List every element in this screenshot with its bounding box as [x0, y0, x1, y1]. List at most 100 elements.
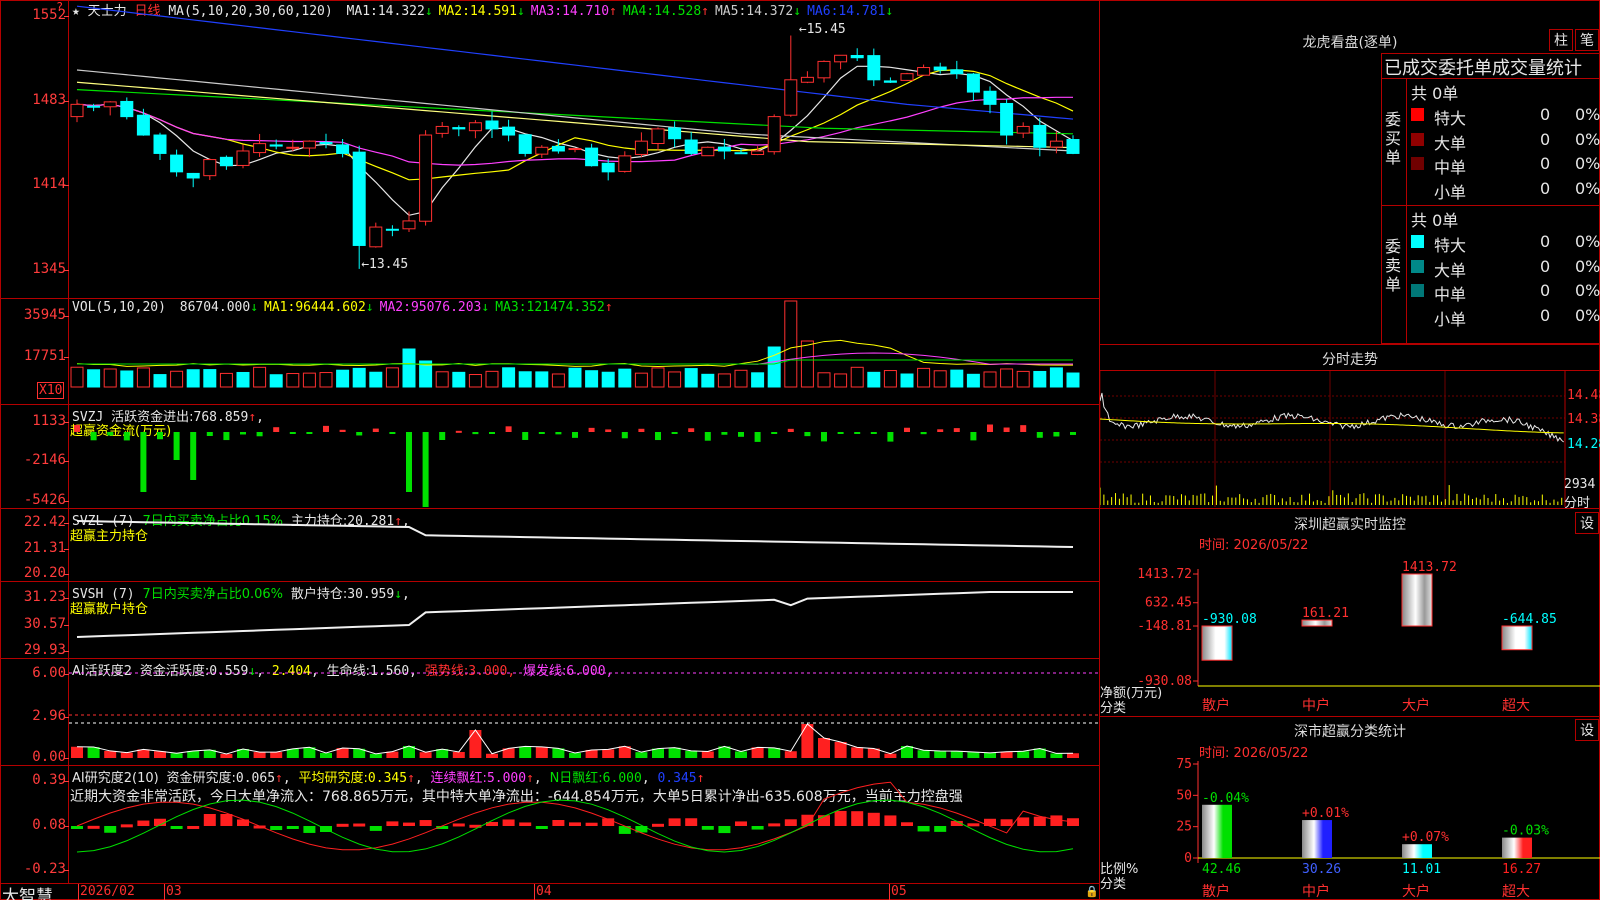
intraday-y-tick: 14.38	[1567, 412, 1600, 427]
candle	[419, 134, 433, 222]
monitor-category: 大户	[1402, 697, 1430, 714]
active-bar	[801, 724, 814, 758]
volume-bar	[87, 369, 101, 388]
tick-view-button[interactable]: 笔	[1575, 29, 1599, 51]
research-bar	[784, 819, 797, 826]
intraday-chart[interactable]	[1100, 371, 1600, 508]
active-bar	[452, 751, 465, 758]
active-bar	[469, 730, 482, 758]
vol-unit: X10	[37, 382, 65, 399]
candle	[751, 150, 765, 156]
active-bar	[834, 742, 847, 758]
candle	[1049, 140, 1063, 148]
flow-bar	[406, 432, 412, 492]
svzl-chart[interactable]	[69, 509, 1099, 580]
buy-row-value: 0	[1540, 129, 1551, 149]
candle	[236, 150, 250, 166]
volume-bar	[219, 372, 233, 388]
classify-category: 散户	[1202, 883, 1230, 900]
candle	[568, 148, 582, 151]
candle	[701, 146, 715, 157]
candle	[1016, 125, 1030, 134]
candle	[468, 122, 482, 132]
flow-bar	[887, 432, 894, 442]
research-bar	[187, 825, 200, 829]
buy-total: 共 0单	[1411, 84, 1459, 103]
sell-row-name: 中单	[1434, 285, 1467, 304]
volume-bar	[103, 368, 117, 388]
y-tick-label: 17751	[23, 348, 66, 364]
volume-chart[interactable]	[69, 299, 1099, 403]
volume-bar	[302, 372, 316, 388]
monitor-settings-button[interactable]: 设	[1575, 512, 1599, 534]
buy-color-swatch	[1411, 132, 1424, 146]
volume-bar	[535, 371, 549, 388]
research-bar	[519, 822, 532, 826]
y-tick-label: 0.00	[32, 749, 66, 765]
active-bar	[519, 746, 532, 758]
candle	[485, 120, 499, 130]
research-bar	[768, 823, 781, 827]
research-bar	[884, 815, 897, 826]
classify-value: 42.46	[1202, 862, 1241, 877]
flow-bar	[190, 432, 197, 480]
candle	[834, 54, 848, 63]
candle	[784, 79, 798, 116]
flow-bar	[870, 432, 877, 434]
flow-bar	[1003, 427, 1010, 432]
candle	[70, 103, 84, 118]
brand-label: 大智慧	[2, 887, 53, 900]
classify-title: 深市超赢分类统计	[1294, 724, 1406, 740]
candle	[717, 146, 731, 152]
svsh-chart[interactable]	[69, 582, 1099, 657]
monitor-chart[interactable]: 1413.72632.45-148.81-930.08-930.08散户161.…	[1100, 550, 1600, 716]
active-bar	[369, 753, 382, 758]
sell-color-swatch	[1411, 284, 1424, 297]
research-bar	[220, 814, 233, 826]
sell-row-value: 0	[1540, 281, 1551, 300]
high-price-label: ←15.45	[799, 22, 846, 37]
volume-bar	[966, 373, 980, 388]
research-bar	[452, 823, 465, 827]
candle	[966, 73, 980, 93]
candle	[767, 116, 781, 153]
classify-settings-button[interactable]: 设	[1575, 719, 1599, 741]
flow-bar	[306, 432, 313, 434]
buy-row-value: 0	[1540, 154, 1551, 173]
volume-bar	[435, 371, 449, 388]
research-bar	[735, 821, 747, 826]
sell-row-name: 小单	[1434, 309, 1467, 329]
volume-bar	[717, 373, 731, 388]
ai-active-chart[interactable]	[69, 659, 1099, 764]
volume-bar	[518, 371, 532, 388]
active-bar	[784, 751, 797, 758]
lock-icon[interactable]: 🔒	[1085, 885, 1099, 898]
volume-bar	[684, 368, 698, 388]
candle	[103, 101, 117, 108]
classify-chart[interactable]: 75 50 25 0 -0.04% 42.46 散户 +0.01% 30.26 中户 +0.07% 1…	[1100, 758, 1600, 900]
candlestick-chart[interactable]: ←15.45 ←13.45	[69, 1, 1099, 297]
svzj-chart[interactable]	[69, 405, 1099, 507]
y-tick-label: 22.42	[23, 514, 66, 530]
flow-bar	[572, 432, 578, 438]
lhb-header: 已成交委托单成交量统计	[1384, 58, 1582, 79]
bar-view-button[interactable]: 柱	[1549, 29, 1573, 51]
ai-research-chart[interactable]	[69, 766, 1099, 882]
volume-bar	[784, 300, 798, 388]
buy-row-name: 小单	[1434, 182, 1467, 202]
y-tick-label: 1552	[32, 7, 66, 23]
flow-bar	[206, 432, 213, 436]
sell-row-pct: 0%	[1575, 281, 1600, 300]
research-bar	[286, 826, 299, 829]
research-bar	[934, 826, 947, 832]
research-bar	[104, 826, 117, 833]
buy-row-pct: 0%	[1575, 129, 1600, 149]
date-label-1: 03	[166, 884, 182, 899]
flow-bar	[439, 432, 446, 440]
volume-bar	[385, 367, 399, 388]
buy-row-name: 特大	[1434, 109, 1467, 128]
research-bar	[652, 823, 664, 827]
ma-line	[76, 65, 1074, 216]
candle	[319, 141, 333, 145]
active-bar	[535, 746, 548, 758]
